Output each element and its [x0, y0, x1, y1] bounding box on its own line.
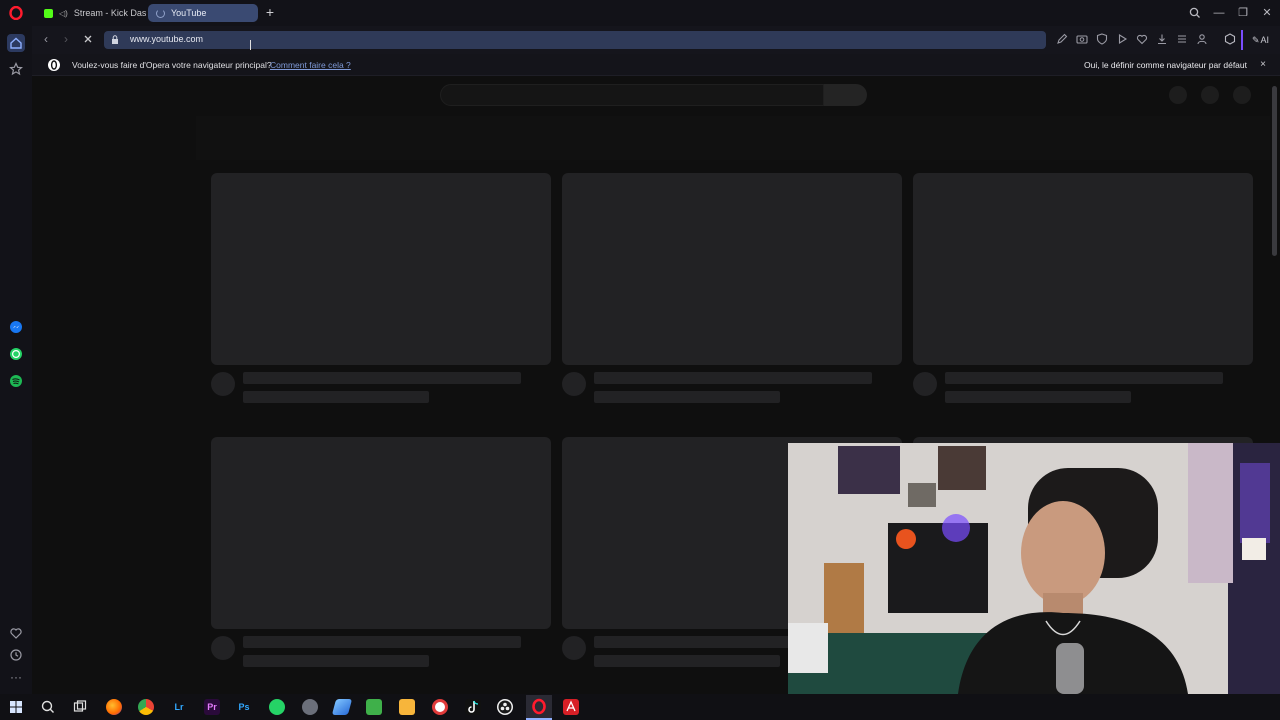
firefox-icon[interactable] [106, 699, 122, 715]
search-icon[interactable] [40, 699, 56, 715]
create-icon-placeholder[interactable] [1169, 86, 1187, 104]
channel-avatar-placeholder [562, 636, 586, 660]
file-explorer-icon[interactable] [366, 699, 382, 715]
home-icon[interactable] [7, 34, 25, 52]
meta-placeholder [243, 391, 429, 403]
tiktok-icon[interactable] [465, 699, 481, 715]
shield-icon[interactable] [1095, 32, 1109, 46]
banner-message: Voulez-vous faire d'Opera votre navigate… [72, 60, 272, 70]
channel-avatar-placeholder [562, 372, 586, 396]
new-tab-button[interactable]: + [262, 5, 278, 21]
ai-pen-icon: ✎ [1252, 34, 1260, 45]
whatsapp-taskbar-icon[interactable] [269, 699, 285, 715]
url-text[interactable]: www.youtube.com [130, 34, 203, 44]
chips-bar-placeholder [196, 116, 1270, 160]
camera-icon[interactable] [1075, 32, 1089, 46]
heart-icon[interactable] [7, 624, 25, 642]
maximize-button[interactable]: ❐ [1235, 5, 1251, 21]
play-icon[interactable] [1115, 32, 1129, 46]
address-bar[interactable] [104, 31, 1046, 49]
webcam-overlay [788, 443, 1280, 694]
opera-banner-icon [47, 58, 61, 72]
title-placeholder [594, 372, 872, 384]
channel-avatar-placeholder [913, 372, 937, 396]
app-icon[interactable] [432, 699, 448, 715]
edit-icon[interactable] [1055, 32, 1069, 46]
more-icon[interactable]: ··· [7, 668, 25, 686]
lightroom-icon[interactable]: Lr [171, 699, 187, 715]
title-placeholder [945, 372, 1223, 384]
channel-avatar-placeholder [211, 372, 235, 396]
folder-icon[interactable] [399, 699, 415, 715]
meta-placeholder [594, 655, 780, 667]
text-cursor [250, 40, 256, 50]
profile-icon[interactable] [1195, 32, 1209, 46]
video-thumbnail-placeholder[interactable] [211, 173, 551, 365]
heart-toolbar-icon[interactable] [1135, 32, 1149, 46]
tab-search-icon[interactable] [1187, 5, 1203, 21]
lock-icon[interactable] [111, 35, 119, 44]
task-view-icon[interactable] [72, 699, 88, 715]
pdf-reader-icon[interactable] [563, 699, 579, 715]
video-thumbnail-placeholder[interactable] [211, 437, 551, 629]
avatar-placeholder[interactable] [1233, 86, 1251, 104]
meta-placeholder [594, 391, 780, 403]
tab-label: Stream - Kick Dashbo [73, 8, 146, 18]
title-placeholder [243, 636, 521, 648]
ai-label: AI [1260, 35, 1270, 45]
meta-placeholder [945, 391, 1131, 403]
spotify-icon[interactable] [7, 372, 25, 390]
app-icon[interactable] [302, 699, 318, 715]
loading-icon [156, 8, 165, 18]
video-thumbnail-placeholder[interactable] [562, 173, 902, 365]
history-icon[interactable] [7, 646, 25, 664]
banner-close-icon[interactable]: × [1257, 58, 1269, 72]
extensions-icon[interactable] [1223, 32, 1237, 46]
messenger-icon[interactable] [7, 318, 25, 336]
notifications-icon-placeholder[interactable] [1201, 86, 1219, 104]
chrome-icon[interactable] [138, 699, 154, 715]
star-icon[interactable] [7, 60, 25, 78]
opera-taskbar-active[interactable] [526, 695, 552, 720]
title-placeholder [243, 372, 521, 384]
close-window-button[interactable]: ✕ [1259, 5, 1275, 21]
tab-label: YouTube [171, 8, 207, 18]
audio-icon: ◁) [59, 8, 68, 18]
minimize-button[interactable]: — [1211, 5, 1227, 21]
kick-icon [44, 8, 53, 18]
windows-start-icon[interactable] [10, 701, 22, 713]
opera-logo-icon[interactable] [9, 6, 23, 20]
photoshop-icon[interactable]: Ps [236, 699, 252, 715]
whatsapp-icon[interactable] [7, 345, 25, 363]
webcam-image [788, 443, 1280, 694]
ai-divider [1241, 30, 1243, 50]
scrollbar[interactable] [1272, 86, 1277, 256]
channel-avatar-placeholder [211, 636, 235, 660]
forward-button[interactable]: › [59, 32, 73, 46]
menu-icon[interactable] [1175, 32, 1189, 46]
stop-loading-icon[interactable] [82, 33, 94, 45]
obs-icon[interactable] [497, 699, 513, 715]
tab-youtube[interactable]: YouTube [148, 4, 258, 22]
meta-placeholder [243, 655, 429, 667]
search-input-placeholder[interactable] [440, 84, 824, 106]
taskbar [0, 694, 1280, 720]
tab-kick-dashboard[interactable]: ◁) Stream - Kick Dashbo [36, 4, 146, 22]
download-icon[interactable] [1155, 32, 1169, 46]
back-button[interactable]: ‹ [39, 32, 53, 46]
search-button-placeholder[interactable] [824, 84, 867, 106]
premiere-icon[interactable]: Pr [204, 699, 220, 715]
video-thumbnail-placeholder[interactable] [913, 173, 1253, 365]
banner-howto-link[interactable]: Comment faire cela ? [270, 60, 351, 70]
set-default-button[interactable]: Oui, le définir comme navigateur par déf… [1080, 58, 1251, 72]
aria-ai-button[interactable]: ✎ AI [1252, 33, 1269, 47]
